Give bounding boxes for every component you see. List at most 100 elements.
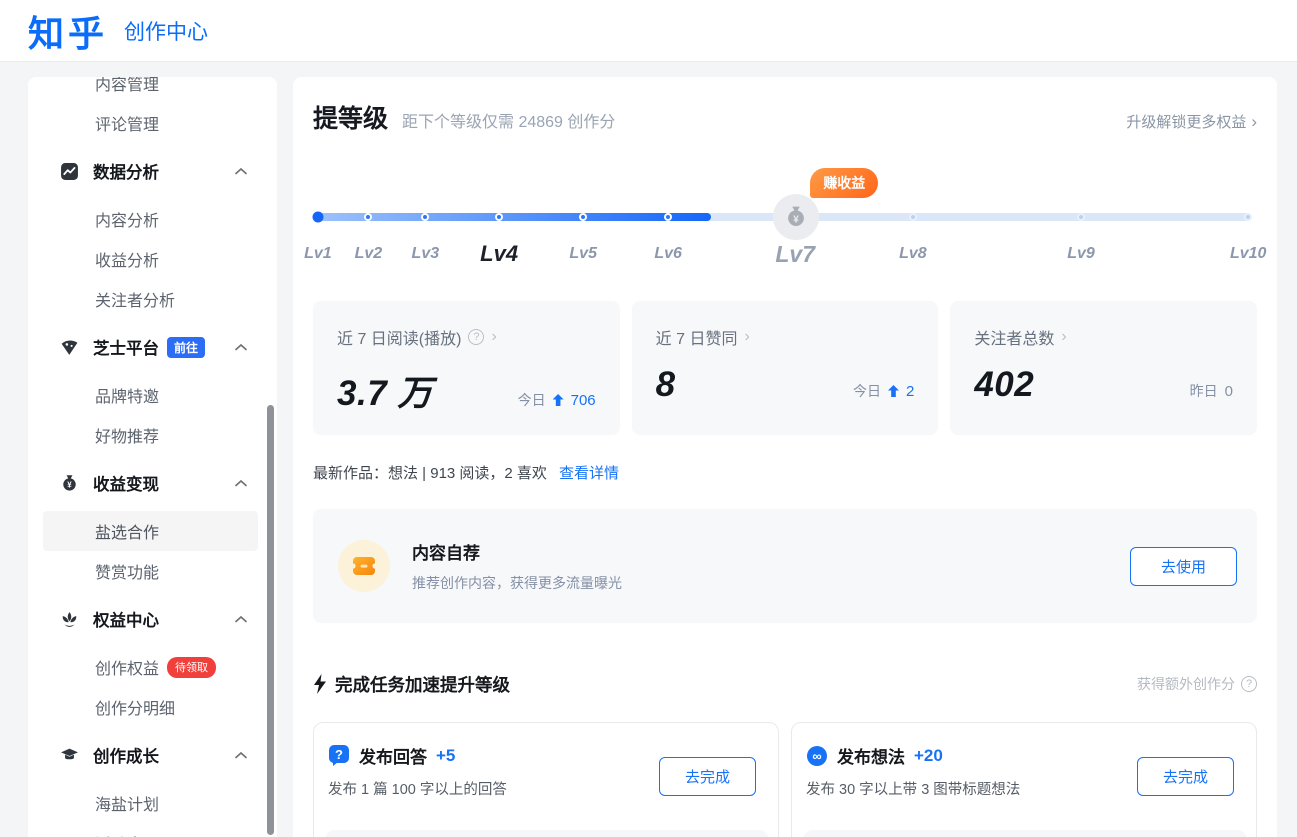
promo-title: 内容自荐 xyxy=(412,539,622,564)
chevron-up-icon[interactable] xyxy=(235,746,247,765)
goto-badge[interactable]: 前往 xyxy=(167,337,205,358)
chevron-up-icon[interactable] xyxy=(235,474,247,493)
sidebar-item-yanxuan-cooperation[interactable]: 盐选合作 xyxy=(43,511,258,551)
stat-label: 近 7 日阅读(播放) xyxy=(337,325,461,349)
level-dot-10 xyxy=(1244,213,1252,221)
chevron-right-icon: › xyxy=(1061,328,1066,346)
sidebar-item-content-management[interactable]: 内容管理 xyxy=(28,77,277,103)
level-dot-4 xyxy=(495,213,503,221)
lotus-icon xyxy=(60,610,79,629)
sidebar-section-monetization[interactable]: ¥ 收益变现 xyxy=(28,459,277,507)
cheese-icon xyxy=(60,338,79,357)
lightning-icon xyxy=(313,674,327,694)
go-complete-button[interactable]: 去完成 xyxy=(1137,757,1234,796)
sidebar-item-follower-analysis[interactable]: 关注者分析 xyxy=(28,279,277,319)
chevron-right-icon: › xyxy=(491,328,496,346)
level-label-4-current: Lv4 xyxy=(480,241,518,267)
moneybag-icon: ¥ xyxy=(784,205,808,229)
chevron-up-icon[interactable] xyxy=(235,610,247,629)
next-task-placeholder xyxy=(803,830,1247,837)
content-self-recommend-banner: 内容自荐 推荐创作内容，获得更多流量曝光 去使用 xyxy=(313,509,1257,623)
sidebar-section-label: 创作成长 xyxy=(93,743,159,767)
latest-work-row: 最新作品：想法 | 913 阅读，2 喜欢 查看详情 xyxy=(313,462,1257,483)
chevron-up-icon[interactable] xyxy=(235,162,247,181)
stat-card-upvotes[interactable]: 近 7 日赞同 › 8 今日 2 xyxy=(632,301,939,435)
sidebar-item-haiyan-plan[interactable]: 海盐计划 xyxy=(28,783,277,823)
delta-value: 2 xyxy=(906,383,914,400)
level-label-3: Lv3 xyxy=(412,245,440,263)
level-labels: Lv1 Lv2 Lv3 Lv4 Lv5 Lv6 Lv7 Lv8 Lv9 Lv10 xyxy=(317,245,1251,273)
main-panel: 提等级 距下个等级仅需 24869 创作分 升级解锁更多权益› 赚收益 ¥ Lv… xyxy=(293,77,1277,837)
sidebar: 内容管理 评论管理 数据分析 内容分析 收益分析 关注者分析 芝士平台 前往 品… xyxy=(28,77,277,837)
tasks-heading: 完成任务加速提升等级 xyxy=(335,672,510,697)
task-title: 发布想法 xyxy=(837,743,905,768)
svg-text:¥: ¥ xyxy=(794,214,800,225)
sidebar-section-creator-growth[interactable]: 创作成长 xyxy=(28,731,277,779)
level-label-5: Lv5 xyxy=(569,245,597,263)
level-subtitle: 距下个等级仅需 24869 创作分 xyxy=(402,108,615,132)
sidebar-section-data-analysis[interactable]: 数据分析 xyxy=(28,147,277,195)
pending-claim-badge: 待领取 xyxy=(167,657,216,678)
sidebar-section-label: 芝士平台 xyxy=(93,335,159,359)
task-points: +5 xyxy=(436,746,455,766)
stat-value: 3.7 万 xyxy=(337,365,433,416)
help-icon[interactable]: ? xyxy=(1241,676,1257,692)
sidebar-item-revenue-analysis[interactable]: 收益分析 xyxy=(28,239,277,279)
level-label-7-milestone: Lv7 xyxy=(775,241,815,268)
chart-icon xyxy=(60,162,79,181)
top-header: 知乎 创作中心 xyxy=(0,0,1297,62)
level-progress-fill xyxy=(317,213,711,221)
task-points: +20 xyxy=(914,746,943,766)
sidebar-item-activity-center[interactable]: 活动中心 xyxy=(28,823,277,837)
task-card-publish-idea: ∞ 发布想法 +20 发布 30 字以上带 3 图带标题想法 去完成 xyxy=(791,722,1257,837)
extra-score-hint: 获得额外创作分 ? xyxy=(1137,674,1257,694)
sidebar-section-label: 权益中心 xyxy=(93,607,159,631)
upgrade-benefits-link[interactable]: 升级解锁更多权益› xyxy=(1126,111,1257,132)
stat-label: 关注者总数 xyxy=(974,325,1054,349)
level-progress: 赚收益 ¥ Lv1 Lv2 Lv3 Lv4 Lv5 Lv6 Lv7 Lv8 Lv… xyxy=(313,165,1257,273)
earn-income-badge[interactable]: 赚收益 xyxy=(810,168,878,198)
question-bubble-icon: ? xyxy=(328,744,350,767)
level-label-2: Lv2 xyxy=(355,245,383,263)
chevron-right-icon: › xyxy=(1251,112,1257,131)
view-details-link[interactable]: 查看详情 xyxy=(559,462,619,483)
zhihu-logo[interactable]: 知乎 xyxy=(28,5,108,57)
delta-label: 今日 xyxy=(518,390,546,410)
sidebar-section-rights-center[interactable]: 权益中心 xyxy=(28,595,277,643)
moneybag-icon: ¥ xyxy=(60,474,79,493)
stat-card-followers[interactable]: 关注者总数 › 402 昨日 0 xyxy=(950,301,1257,435)
task-desc: 发布 1 篇 100 字以上的回答 xyxy=(328,778,659,799)
sidebar-section-cheese-platform[interactable]: 芝士平台 前往 xyxy=(28,323,277,371)
hint-label: 获得额外创作分 xyxy=(1137,674,1235,694)
sidebar-scrollbar[interactable] xyxy=(267,405,274,835)
arrow-up-icon xyxy=(553,394,564,406)
sidebar-item-brand-invite[interactable]: 品牌特邀 xyxy=(28,375,277,415)
sidebar-item-comment-management[interactable]: 评论管理 xyxy=(28,103,277,143)
stat-card-reads[interactable]: 近 7 日阅读(播放) ? › 3.7 万 今日 706 xyxy=(313,301,620,435)
sidebar-item-goods-recommend[interactable]: 好物推荐 xyxy=(28,415,277,455)
sidebar-section-label: 数据分析 xyxy=(93,159,159,183)
sidebar-item-content-analysis[interactable]: 内容分析 xyxy=(28,199,277,239)
chevron-up-icon[interactable] xyxy=(235,338,247,357)
use-now-button[interactable]: 去使用 xyxy=(1130,547,1237,586)
svg-text:?: ? xyxy=(335,747,343,762)
promo-desc: 推荐创作内容，获得更多流量曝光 xyxy=(412,573,622,593)
chevron-right-icon: › xyxy=(744,328,749,346)
stat-value: 402 xyxy=(974,365,1034,405)
sidebar-item-reward-function[interactable]: 赞赏功能 xyxy=(28,551,277,591)
svg-text:¥: ¥ xyxy=(67,480,72,489)
level-dot-1 xyxy=(312,212,323,223)
level-dot-6 xyxy=(664,213,672,221)
level-label-6: Lv6 xyxy=(654,245,682,263)
arrow-up-icon xyxy=(888,385,899,397)
help-icon[interactable]: ? xyxy=(468,329,484,345)
task-card-publish-answer: ? 发布回答 +5 发布 1 篇 100 字以上的回答 去完成 xyxy=(313,722,779,837)
sidebar-item-creation-score-detail[interactable]: 创作分明细 xyxy=(28,687,277,727)
task-cards: ? 发布回答 +5 发布 1 篇 100 字以上的回答 去完成 ∞ 发布想法 +… xyxy=(313,722,1257,837)
creator-center-title: 创作中心 xyxy=(124,16,208,46)
tasks-header: 完成任务加速提升等级 获得额外创作分 ? xyxy=(313,672,1257,696)
sidebar-item-creation-rights[interactable]: 创作权益 待领取 xyxy=(28,647,277,687)
level-dot-3 xyxy=(421,213,429,221)
sidebar-item-label: 创作权益 xyxy=(95,655,159,679)
go-complete-button[interactable]: 去完成 xyxy=(659,757,756,796)
